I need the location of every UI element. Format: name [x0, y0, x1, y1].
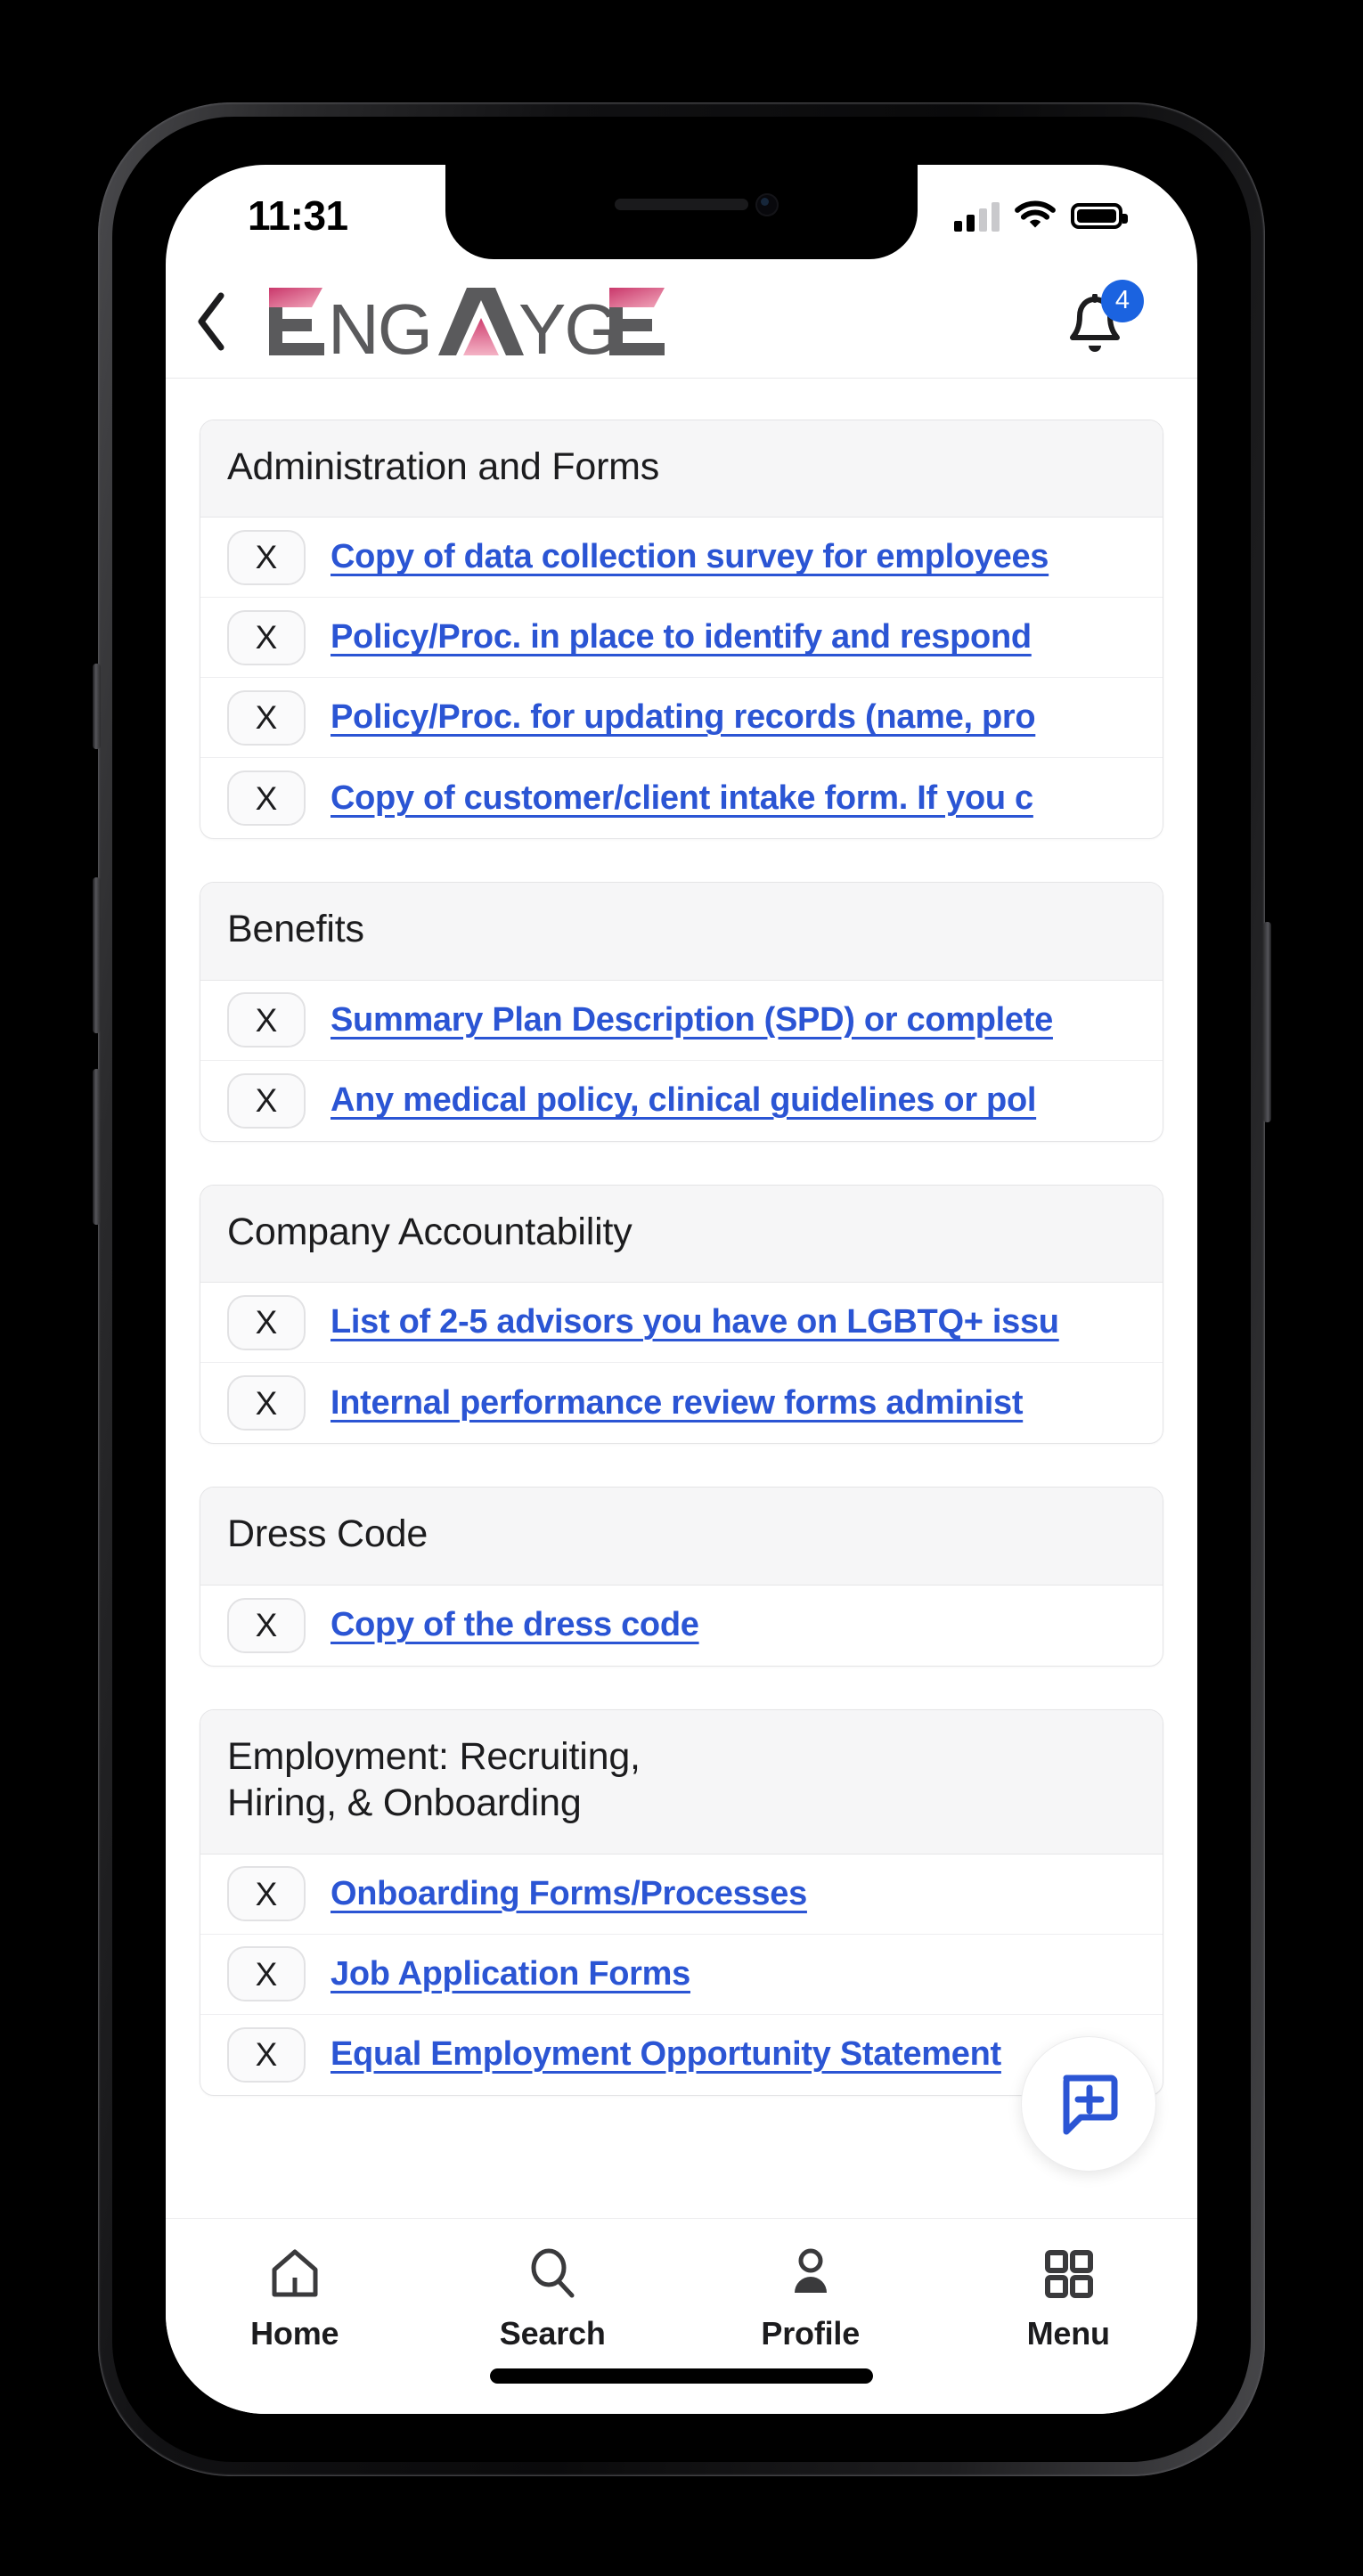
- document-link[interactable]: Job Application Forms: [331, 1955, 690, 1993]
- remove-item-button[interactable]: X: [227, 529, 306, 585]
- grid-menu-icon: [1045, 2250, 1094, 2298]
- document-link[interactable]: Any medical policy, clinical guidelines …: [331, 1081, 1036, 1120]
- remove-item-button[interactable]: X: [227, 1072, 306, 1129]
- section-card: Company Accountability X List of 2-5 advis…: [200, 1184, 1163, 1445]
- document-link[interactable]: Policy/Proc. in place to identify and re…: [331, 618, 1032, 656]
- remove-item-button[interactable]: X: [227, 770, 306, 827]
- section-title: Employment: Recruiting, Hiring, & Onboar…: [227, 1734, 641, 1825]
- document-link[interactable]: Copy of data collection survey for emplo…: [331, 538, 1049, 576]
- notification-badge: 4: [1101, 279, 1144, 322]
- document-row: X Copy of data collection survey for empl…: [200, 518, 1163, 599]
- remove-item-button[interactable]: X: [227, 1294, 306, 1350]
- nav-label-search: Search: [499, 2315, 606, 2352]
- document-row: X Job Application Forms: [200, 1935, 1163, 2015]
- document-row: X Policy/Proc. for updating records (name…: [200, 678, 1163, 759]
- remove-item-button[interactable]: X: [227, 992, 306, 1048]
- search-icon: [531, 2248, 575, 2298]
- section-card: Employment: Recruiting, Hiring, & Onboar…: [200, 1708, 1163, 2096]
- document-row: X Summary Plan Description (SPD) or compl…: [200, 981, 1163, 1061]
- phone-notch: [445, 165, 918, 259]
- cellular-signal-icon: [954, 201, 1000, 232]
- nav-item-profile[interactable]: Profile: [682, 2246, 940, 2352]
- section-header: Company Accountability: [200, 1185, 1163, 1284]
- app-logo[interactable]: NG YG: [262, 265, 672, 378]
- document-row: X Onboarding Forms/Processes: [200, 1855, 1163, 1935]
- home-icon: [272, 2249, 318, 2297]
- document-link[interactable]: Internal performance review forms admini…: [331, 1384, 1024, 1423]
- svg-text:NG: NG: [328, 289, 431, 363]
- document-row: X Policy/Proc. in place to identify and r…: [200, 598, 1163, 679]
- wifi-icon: [1015, 199, 1056, 233]
- document-row: X Copy of customer/client intake form. If…: [200, 758, 1163, 838]
- status-indicators: [954, 199, 1128, 233]
- person-icon: [794, 2248, 827, 2293]
- section-title: Dress Code: [227, 1512, 428, 1556]
- document-link[interactable]: Copy of the dress code: [331, 1606, 699, 1644]
- sections-container: Administration and Forms X Copy of data co…: [166, 420, 1197, 2096]
- new-chat-button[interactable]: [1021, 2036, 1156, 2172]
- engayge-logo: NG YG: [269, 287, 665, 363]
- section-header: Benefits: [200, 883, 1163, 981]
- document-row: X Copy of the dress code: [200, 1586, 1163, 1666]
- nav-item-search[interactable]: Search: [424, 2246, 682, 2352]
- document-link[interactable]: Policy/Proc. for updating records (name,…: [331, 698, 1036, 737]
- document-row: X Internal performance review forms admin…: [200, 1363, 1163, 1443]
- remove-item-button[interactable]: X: [227, 1597, 306, 1653]
- front-camera: [755, 193, 779, 216]
- nav-label-home: Home: [250, 2315, 339, 2352]
- remove-item-button[interactable]: X: [227, 1375, 306, 1431]
- document-row: X List of 2-5 advisors you have on LGBTQ+…: [200, 1283, 1163, 1364]
- document-link[interactable]: List of 2-5 advisors you have on LGBTQ+ …: [331, 1303, 1059, 1341]
- remove-item-button[interactable]: X: [227, 689, 306, 746]
- section-title: Company Accountability: [227, 1210, 633, 1253]
- remove-item-button[interactable]: X: [227, 1946, 306, 2002]
- nav-label-menu: Menu: [1026, 2315, 1110, 2352]
- chat-plus-icon: [1063, 2075, 1118, 2135]
- document-link[interactable]: Equal Employment Opportunity Statement: [331, 2035, 1001, 2074]
- remove-item-button[interactable]: X: [227, 609, 306, 665]
- screenshot-scene: 11:31 NG YG 4 Administration and Forms X…: [0, 0, 1363, 2576]
- silent-switch-button[interactable]: [93, 664, 101, 749]
- chevron-left-icon: [198, 292, 224, 350]
- document-link[interactable]: Summary Plan Description (SPD) or comple…: [331, 1001, 1053, 1039]
- volume-down-button[interactable]: [93, 1069, 101, 1225]
- battery-icon: [1071, 203, 1128, 229]
- notifications-button[interactable]: 4: [1062, 279, 1144, 362]
- document-request-list[interactable]: Administration and Forms X Copy of data co…: [166, 379, 1197, 2218]
- section-card: Dress Code X Copy of the dress code: [200, 1487, 1163, 1667]
- home-indicator[interactable]: [490, 2368, 873, 2384]
- remove-item-button[interactable]: X: [227, 2026, 306, 2083]
- document-link[interactable]: Onboarding Forms/Processes: [331, 1875, 807, 1913]
- section-card: Administration and Forms X Copy of data co…: [200, 420, 1163, 840]
- nav-item-home[interactable]: Home: [166, 2246, 424, 2352]
- document-link[interactable]: Copy of customer/client intake form. If …: [331, 779, 1033, 818]
- section-header: Employment: Recruiting, Hiring, & Onboar…: [200, 1709, 1163, 1855]
- document-row: X Equal Employment Opportunity Statement: [200, 2015, 1163, 2095]
- power-button[interactable]: [1263, 922, 1271, 1122]
- bottom-navigation: Home Search Profile Menu: [166, 2218, 1197, 2414]
- section-title: Benefits: [227, 908, 364, 951]
- svg-text:YG: YG: [518, 289, 618, 363]
- nav-item-menu[interactable]: Menu: [940, 2246, 1198, 2352]
- section-card: Benefits X Summary Plan Description (SPD) …: [200, 882, 1163, 1142]
- volume-up-button[interactable]: [93, 877, 101, 1033]
- nav-label-profile: Profile: [761, 2315, 861, 2352]
- section-header: Dress Code: [200, 1488, 1163, 1586]
- app-header: NG YG 4: [166, 265, 1197, 379]
- earpiece-speaker: [615, 199, 748, 210]
- document-row: X Any medical policy, clinical guidelines…: [200, 1061, 1163, 1141]
- phone-screen: 11:31 NG YG 4 Administration and Forms X…: [166, 165, 1197, 2414]
- section-header: Administration and Forms: [200, 420, 1163, 518]
- section-title: Administration and Forms: [227, 445, 660, 488]
- back-button[interactable]: [166, 265, 258, 378]
- status-time: 11:31: [248, 192, 348, 239]
- remove-item-button[interactable]: X: [227, 1866, 306, 1922]
